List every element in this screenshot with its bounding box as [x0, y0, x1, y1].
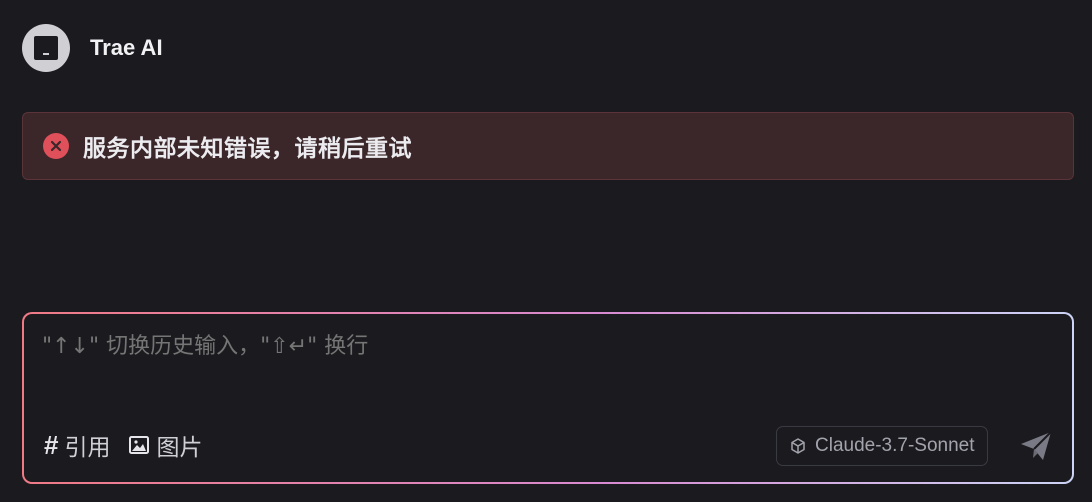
send-button[interactable]	[1016, 428, 1056, 464]
composer-body: # 引用 图片 Claude-3.7-Sonnet	[24, 314, 1072, 482]
image-button[interactable]: 图片	[128, 428, 202, 462]
message-input[interactable]	[42, 334, 1022, 359]
image-label: 图片	[156, 435, 203, 461]
error-message: 服务内部未知错误，请稍后重试	[83, 136, 412, 162]
hash-icon: #	[44, 429, 59, 460]
reference-label: 引用	[64, 435, 111, 461]
error-icon	[43, 133, 69, 159]
assistant-name: Trae AI	[90, 35, 163, 60]
model-name: Claude-3.7-Sonnet	[815, 435, 975, 456]
cube-icon	[791, 438, 805, 454]
composer-tools: # 引用 图片	[44, 428, 202, 462]
reference-button[interactable]: # 引用	[44, 428, 110, 462]
chat-header: Trae AI	[22, 24, 163, 72]
send-icon	[1021, 431, 1052, 460]
error-banner: 服务内部未知错误，请稍后重试	[22, 112, 1074, 180]
trae-logo-icon	[34, 36, 58, 60]
composer: # 引用 图片 Claude-3.7-Sonnet	[22, 312, 1074, 484]
avatar	[22, 24, 70, 72]
model-selector[interactable]: Claude-3.7-Sonnet	[776, 426, 988, 466]
image-icon	[129, 436, 150, 454]
